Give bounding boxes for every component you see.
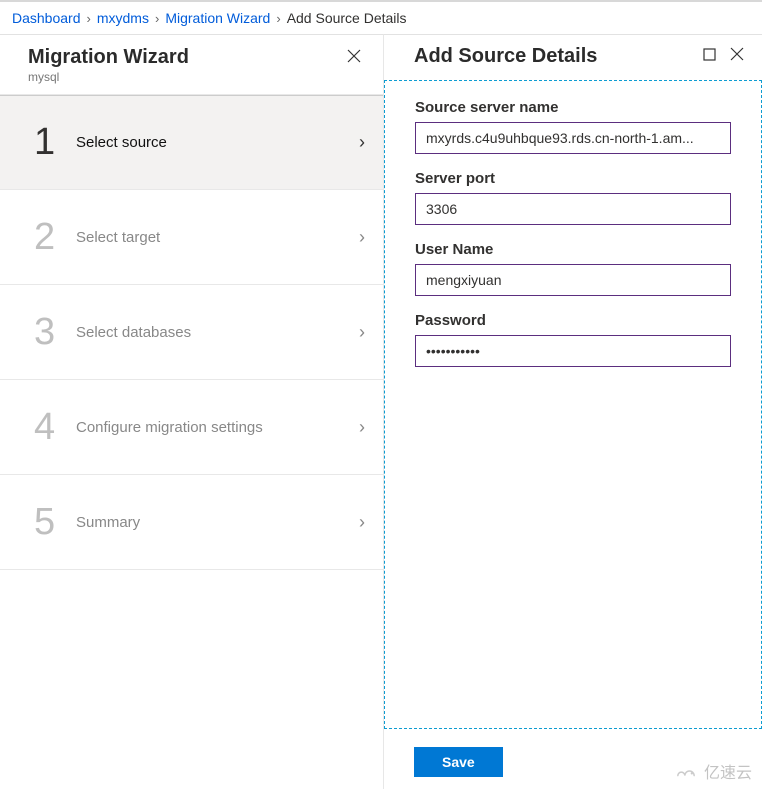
source-server-name-label: Source server name <box>415 99 731 116</box>
wizard-step-configure-migration[interactable]: 4 Configure migration settings › <box>0 380 383 475</box>
server-port-input[interactable] <box>415 193 731 225</box>
chevron-right-icon: › <box>155 11 159 26</box>
step-number: 1 <box>34 121 76 164</box>
details-panel: Add Source Details Source server name Se… <box>384 34 762 789</box>
server-port-label: Server port <box>415 170 731 187</box>
chevron-right-icon: › <box>87 11 91 26</box>
wizard-step-select-source[interactable]: 1 Select source › <box>0 95 383 190</box>
chevron-right-icon: › <box>359 512 365 533</box>
close-icon[interactable] <box>341 45 367 71</box>
user-name-input[interactable] <box>415 264 731 296</box>
chevron-right-icon: › <box>359 227 365 248</box>
save-button[interactable]: Save <box>414 747 503 777</box>
restore-window-icon[interactable] <box>703 48 716 61</box>
form-area: Source server name Server port User Name… <box>384 80 762 729</box>
password-label: Password <box>415 312 731 329</box>
chevron-right-icon: › <box>359 417 365 438</box>
step-label: Select source <box>76 134 359 151</box>
breadcrumb: Dashboard › mxydms › Migration Wizard › … <box>0 0 762 34</box>
breadcrumb-link-dashboard[interactable]: Dashboard <box>12 10 81 26</box>
source-server-name-input[interactable] <box>415 122 731 154</box>
step-number: 3 <box>34 311 76 354</box>
wizard-step-summary[interactable]: 5 Summary › <box>0 475 383 570</box>
breadcrumb-link-mxydms[interactable]: mxydms <box>97 10 149 26</box>
breadcrumb-current: Add Source Details <box>287 10 407 26</box>
step-number: 5 <box>34 501 76 544</box>
step-label: Summary <box>76 514 359 531</box>
close-icon[interactable] <box>730 47 744 61</box>
chevron-right-icon: › <box>359 132 365 153</box>
wizard-title: Migration Wizard <box>28 45 189 69</box>
step-number: 2 <box>34 216 76 259</box>
chevron-right-icon: › <box>359 322 365 343</box>
wizard-steps-panel: Migration Wizard mysql 1 Select source ›… <box>0 34 384 789</box>
password-input[interactable] <box>415 335 731 367</box>
step-label: Configure migration settings <box>76 419 359 436</box>
chevron-right-icon: › <box>276 11 280 26</box>
wizard-step-select-target[interactable]: 2 Select target › <box>0 190 383 285</box>
step-number: 4 <box>34 406 76 449</box>
breadcrumb-link-migration-wizard[interactable]: Migration Wizard <box>165 10 270 26</box>
wizard-step-select-databases[interactable]: 3 Select databases › <box>0 285 383 380</box>
step-label: Select databases <box>76 324 359 341</box>
user-name-label: User Name <box>415 241 731 258</box>
wizard-subtitle: mysql <box>28 70 189 84</box>
step-label: Select target <box>76 229 359 246</box>
panel-title: Add Source Details <box>414 45 597 68</box>
